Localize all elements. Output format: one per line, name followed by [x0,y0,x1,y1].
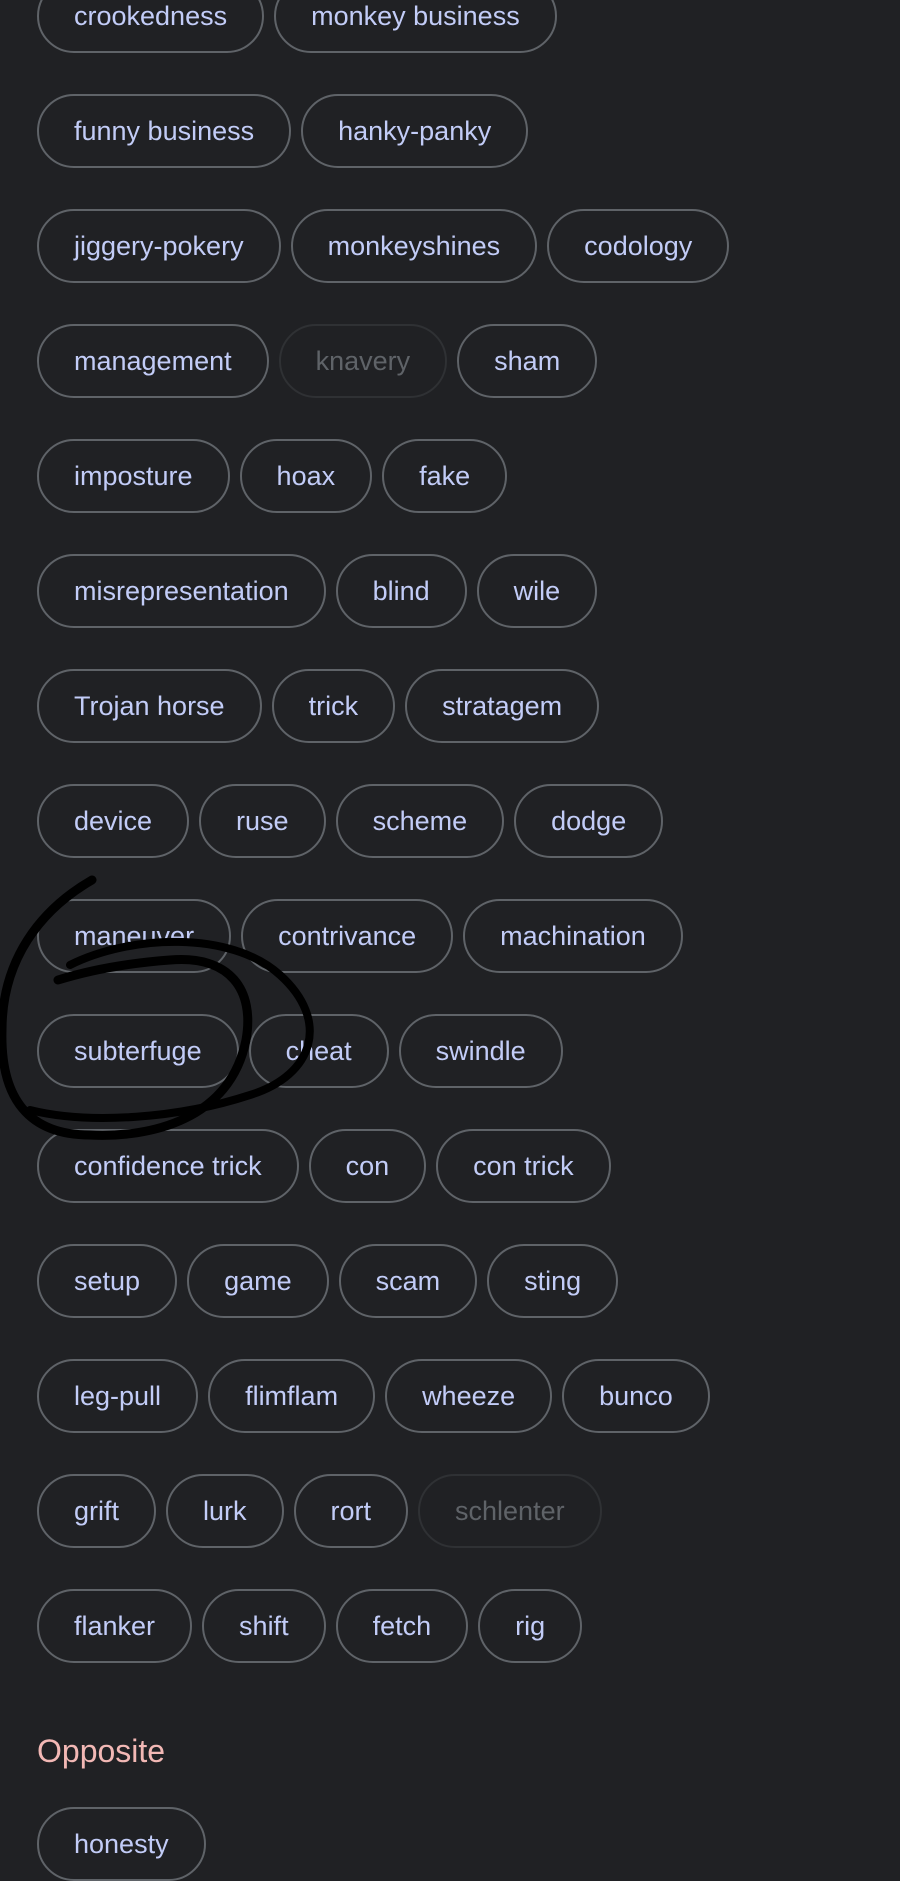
synonym-chip[interactable]: blind [335,554,467,628]
synonym-chip[interactable]: flimflam [208,1359,376,1433]
synonym-chip[interactable]: codology [547,209,730,283]
synonym-chip[interactable]: device [37,784,190,858]
synonym-chip[interactable]: monkey business [274,0,557,53]
synonym-chip[interactable]: cheat [248,1014,389,1088]
synonym-chip[interactable]: wile [476,554,598,628]
synonym-chip[interactable]: sting [487,1244,619,1318]
synonym-chip[interactable]: machination [463,899,683,973]
synonym-chip-row: imposture hoax fake [37,439,900,513]
synonym-chip-row: confidence trick con con trick [37,1129,900,1203]
synonym-chip-row: grift lurk rort schlenter [37,1474,900,1548]
synonym-chip[interactable]: sham [457,324,598,398]
synonym-chip[interactable]: wheeze [385,1359,553,1433]
synonym-chip[interactable]: ruse [199,784,326,858]
synonym-chip-row: maneuver contrivance machination [37,899,900,973]
synonym-chip-row: misrepresentation blind wile [37,554,900,628]
synonym-chip-row: device ruse scheme dodge [37,784,900,858]
synonym-chip-row: crookedness monkey business [37,0,900,53]
synonym-chip[interactable]: subterfuge [37,1014,239,1088]
synonym-chip[interactable]: hanky-panky [301,94,529,168]
synonym-chip[interactable]: dodge [514,784,664,858]
synonym-chip[interactable]: Trojan horse [37,669,262,743]
synonym-chip[interactable]: management [37,324,269,398]
opposite-heading: Opposite [37,1733,166,1769]
synonym-chip[interactable]: game [187,1244,329,1318]
synonym-chip[interactable]: rort [293,1474,409,1548]
synonym-chip: knavery [278,324,448,398]
synonym-chip[interactable]: flanker [37,1589,193,1663]
synonym-chip[interactable]: trick [271,669,396,743]
synonyms-chip-list: crookedness monkey business funny business… [37,0,900,1704]
synonym-chip[interactable]: leg-pull [37,1359,199,1433]
opposite-chip[interactable]: honesty [37,1807,206,1881]
synonym-chip[interactable]: con [308,1129,427,1203]
synonym-chip-row: setup game scam sting [37,1244,900,1318]
synonym-chip-row: subterfuge cheat swindle [37,1014,900,1088]
synonym-chip-row: leg-pull flimflam wheeze bunco [37,1359,900,1433]
synonym-chip[interactable]: grift [37,1474,157,1548]
synonym-chip[interactable]: fetch [335,1589,469,1663]
synonym-chip[interactable]: monkeyshines [290,209,538,283]
synonym-chip[interactable]: maneuver [37,899,232,973]
synonym-chip[interactable]: lurk [166,1474,284,1548]
synonym-chip[interactable]: imposture [37,439,230,513]
synonym-chip[interactable]: swindle [398,1014,563,1088]
synonym-chip: schlenter [418,1474,602,1548]
synonym-chip-row: management knavery sham [37,324,900,398]
synonym-chip-row: Trojan horse trick stratagem [37,669,900,743]
synonym-chip[interactable]: hoax [239,439,373,513]
synonym-chip-row: funny business hanky-panky [37,94,900,168]
synonym-chip[interactable]: scam [338,1244,478,1318]
synonym-chip[interactable]: funny business [37,94,292,168]
synonym-chip[interactable]: scheme [335,784,505,858]
synonym-chip[interactable]: stratagem [405,669,600,743]
synonym-chip[interactable]: jiggery-pokery [37,209,281,283]
synonym-chip[interactable]: rig [478,1589,583,1663]
synonym-chip-row: flanker shift fetch rig [37,1589,900,1663]
synonym-chip-row: jiggery-pokery monkeyshines codology [37,209,900,283]
synonym-chip[interactable]: fake [382,439,508,513]
synonym-chip[interactable]: contrivance [241,899,454,973]
synonym-chip[interactable]: misrepresentation [37,554,326,628]
synonym-chip[interactable]: confidence trick [37,1129,299,1203]
synonym-chip[interactable]: setup [37,1244,178,1318]
synonym-chip[interactable]: bunco [562,1359,710,1433]
opposite-chip-row: honesty [37,1807,206,1881]
synonym-chip[interactable]: crookedness [37,0,265,53]
synonym-chip[interactable]: con trick [436,1129,611,1203]
synonym-chip[interactable]: shift [202,1589,326,1663]
